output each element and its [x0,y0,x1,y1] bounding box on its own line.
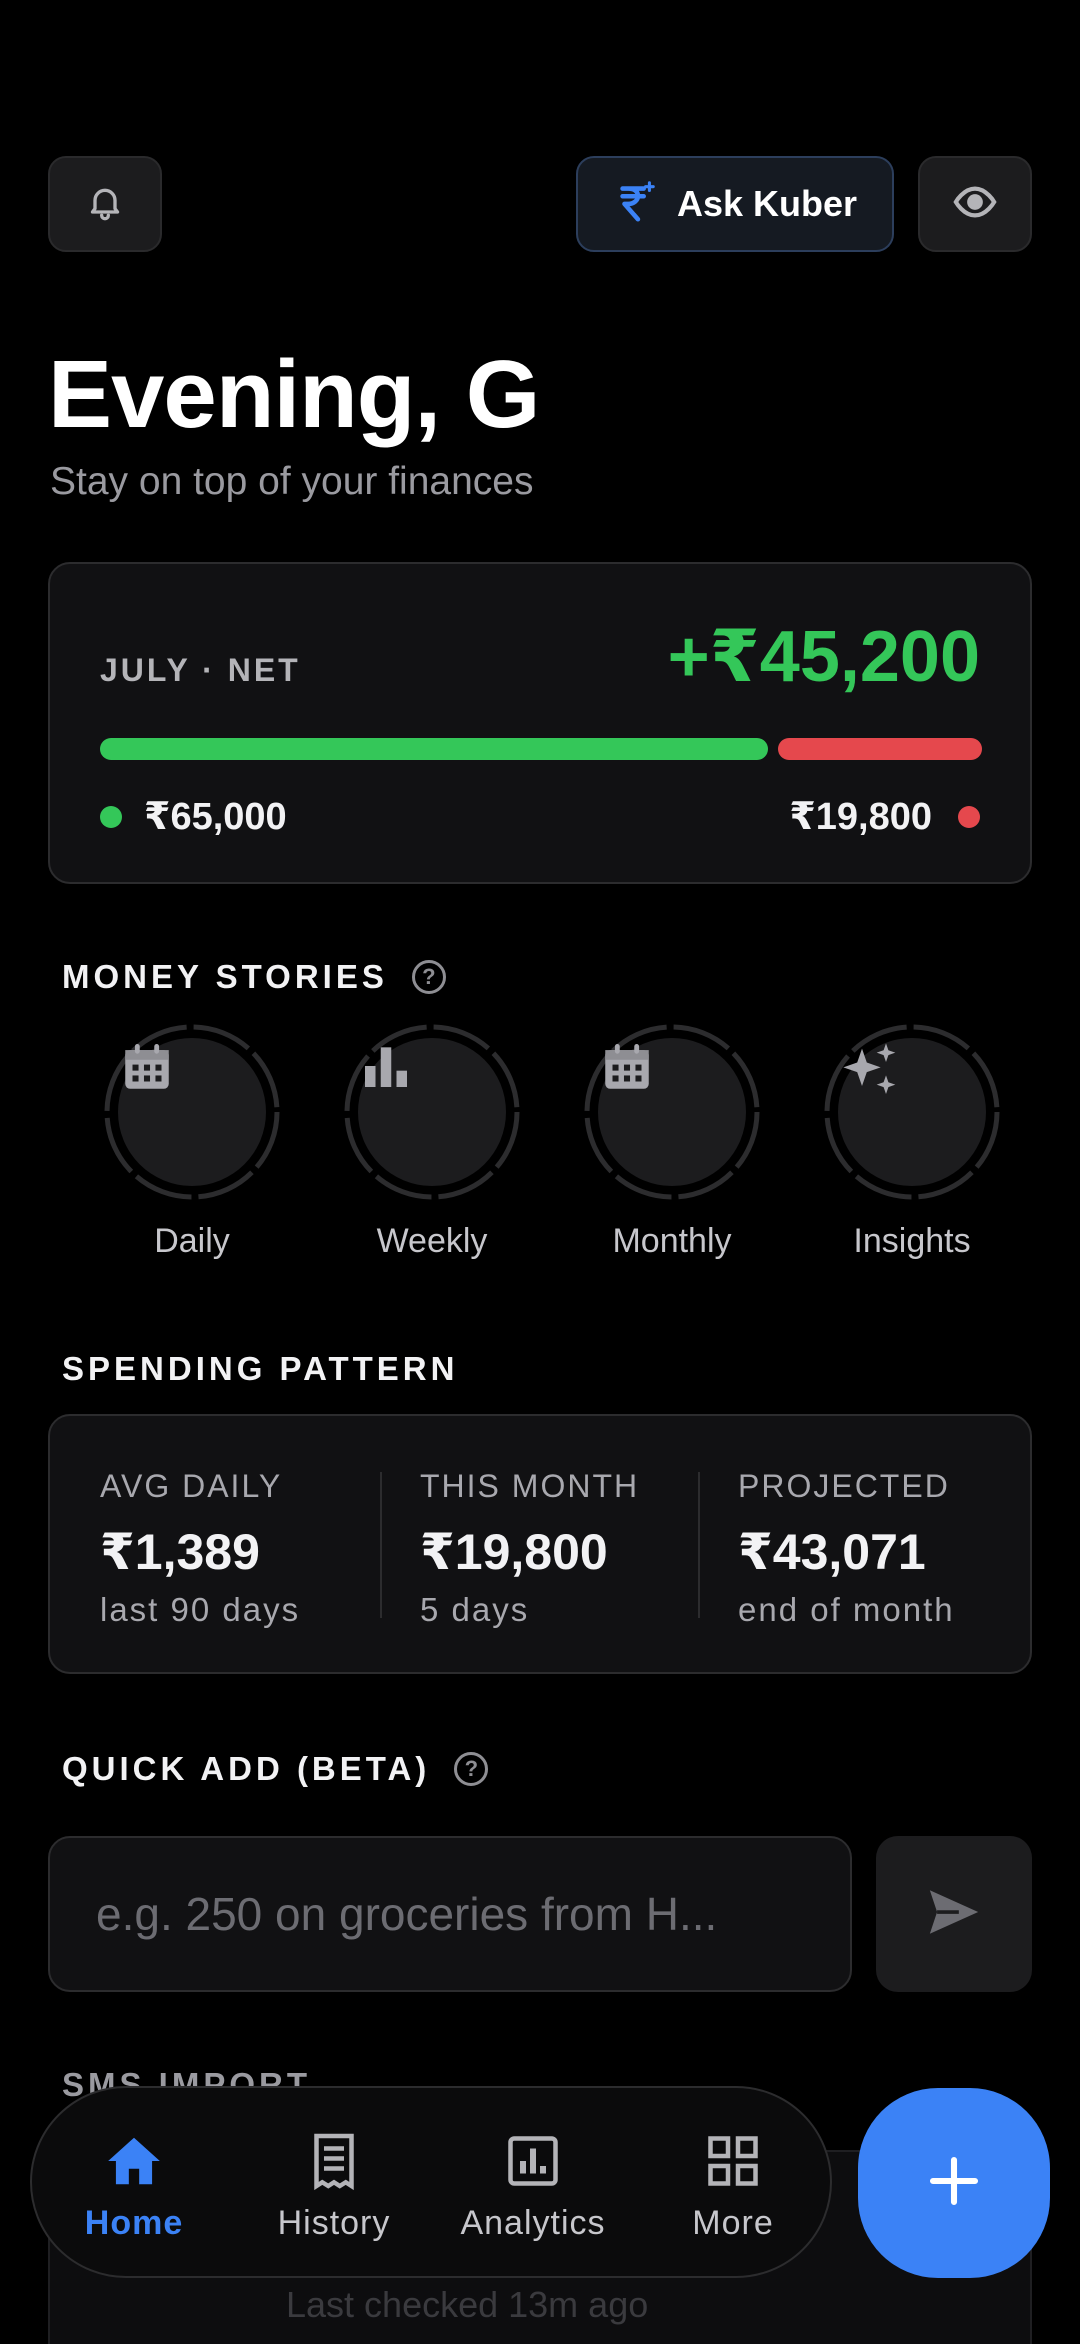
greeting-subtitle: Stay on top of your finances [50,460,534,503]
bottom-navigation: Home History Analytics More [30,2086,832,2278]
expense-bar-segment [778,738,982,760]
expense-amount: ₹19,800 [789,796,932,838]
net-amount: +₹45,200 [667,617,980,697]
stat-caption: 5 days [420,1591,530,1628]
nav-label: Analytics [460,2204,606,2242]
stat-heading: THIS MONTH [420,1468,640,1504]
story-weekly[interactable]: Weekly [342,1024,522,1261]
home-icon [39,2126,229,2196]
quick-add-input[interactable] [48,1836,852,1992]
grid-icon [638,2126,828,2196]
monthly-net-card[interactable]: JULY · NET +₹45,200 ₹65,000 ₹19,800 [48,562,1032,884]
add-transaction-button[interactable] [858,2088,1050,2278]
money-stories-header: MONEY STORIES ? [62,958,446,996]
story-ring [584,1024,760,1200]
stat-value: ₹1,389 [100,1524,260,1580]
quick-add-header: QUICK ADD (BETA) ? [62,1750,489,1788]
net-period-label: JULY · NET [100,652,301,688]
analytics-icon [438,2126,628,2196]
nav-label: History [277,2204,391,2242]
income-bar-segment [100,738,768,760]
story-ring [104,1024,280,1200]
nav-label: Home [84,2204,184,2242]
story-label: Weekly [376,1222,488,1260]
story-monthly[interactable]: Monthly [582,1024,762,1261]
spending-pattern-card[interactable]: AVG DAILY ₹1,389 last 90 days THIS MONTH… [48,1414,1032,1674]
projected-stat: PROJECTED ₹43,071 end of month [738,1468,955,1629]
story-ring [344,1024,520,1200]
quick-add-send-button[interactable] [876,1836,1032,1992]
income-dot [100,805,122,828]
sms-last-checked: Last checked 13m ago [286,2284,649,2325]
story-ring [824,1024,1000,1200]
help-icon[interactable]: ? [411,960,446,994]
income-summary: ₹65,000 [100,794,287,839]
income-amount: ₹65,000 [144,796,287,838]
plus-icon [926,2153,982,2214]
receipt-icon [239,2126,429,2196]
avg-daily-stat: AVG DAILY ₹1,389 last 90 days [100,1468,300,1629]
stat-heading: PROJECTED [738,1468,950,1504]
expense-dot [958,805,980,828]
stat-heading: AVG DAILY [100,1468,283,1504]
story-label: Insights [853,1222,971,1260]
stat-caption: last 90 days [100,1591,301,1628]
spending-pattern-header: SPENDING PATTERN [62,1350,458,1388]
calendar-icon [598,1038,746,1186]
help-icon[interactable]: ? [454,1752,489,1786]
nav-more[interactable]: More [638,2126,828,2243]
stat-value: ₹43,071 [738,1524,926,1580]
stat-value: ₹19,800 [420,1524,608,1580]
stat-caption: end of month [738,1591,955,1628]
spending-pattern-title: SPENDING PATTERN [62,1350,459,1387]
eye-icon [952,179,998,230]
ask-kuber-button[interactable]: Ask Kuber [576,156,894,252]
sparkles-icon [838,1038,986,1186]
story-label: Daily [154,1222,230,1260]
story-insights[interactable]: Insights [822,1024,1002,1261]
nav-home[interactable]: Home [39,2126,229,2243]
expense-summary: ₹19,800 [789,794,980,839]
nav-history[interactable]: History [239,2126,429,2243]
bell-icon [85,182,125,227]
income-expense-bar [100,738,982,760]
stat-divider [698,1472,700,1618]
this-month-stat: THIS MONTH ₹19,800 5 days [420,1468,639,1629]
greeting-title: Evening, G [48,341,540,448]
stat-divider [380,1472,382,1618]
ask-kuber-label: Ask Kuber [676,183,858,224]
story-daily[interactable]: Daily [102,1024,282,1261]
bar-chart-icon [358,1038,506,1186]
notifications-button[interactable] [48,156,162,252]
home-screen: Ask Kuber Evening, G Stay on top of your… [0,0,1080,2344]
story-label: Monthly [612,1222,732,1260]
nav-analytics[interactable]: Analytics [438,2126,628,2243]
nav-label: More [692,2204,774,2242]
toggle-visibility-button[interactable] [918,156,1032,252]
money-stories-title: MONEY STORIES [62,958,388,995]
rupee-sparkle-icon [613,179,659,230]
send-icon [925,1883,983,1946]
calendar-icon [118,1038,266,1186]
quick-add-title: QUICK ADD (BETA) [62,1750,431,1787]
